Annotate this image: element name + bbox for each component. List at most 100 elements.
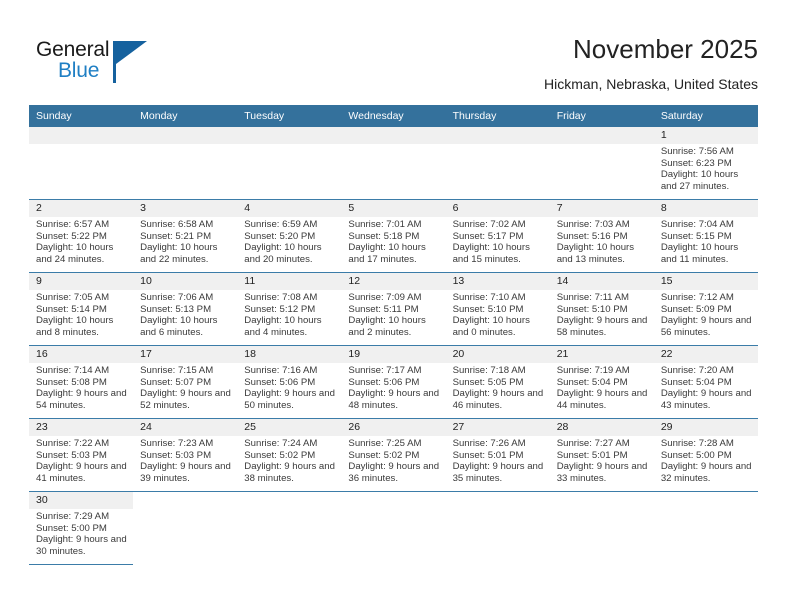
calendar-day-cell[interactable]: 28 Sunrise: 7:27 AM Sunset: 5:01 PM Dayligh…	[549, 418, 654, 492]
day-sun-info: Sunrise: 7:05 AM Sunset: 5:14 PM Daylight:…	[29, 290, 133, 338]
calendar-day-cell[interactable]: 15 Sunrise: 7:12 AM Sunset: 5:09 PM Dayligh…	[653, 272, 758, 346]
day-number: 22	[653, 346, 758, 363]
calendar-day-cell[interactable]: 3 Sunrise: 6:58 AM Sunset: 5:21 PM Daylight…	[133, 199, 238, 273]
day-number: 20	[445, 346, 550, 363]
day-number	[446, 492, 550, 509]
day-cell-inner: 30 Sunrise: 7:29 AM Sunset: 5:00 PM Dayligh…	[29, 492, 134, 564]
sunrise-line: Sunrise: 7:17 AM	[348, 365, 422, 376]
day-number	[341, 127, 446, 144]
sunset-line: Sunset: 5:04 PM	[660, 376, 732, 388]
weekday-header-sunday: Sunday	[29, 105, 134, 127]
sunrise-line: Sunrise: 7:56 AM	[660, 146, 734, 157]
calendar-day-cell[interactable]: 5 Sunrise: 7:01 AM Sunset: 5:18 PM Daylight…	[341, 199, 446, 273]
day-sun-info: Sunrise: 7:24 AM Sunset: 5:02 PM Daylight:…	[237, 436, 341, 484]
daylight-line: Daylight: 9 hours and 38 minutes.	[244, 461, 335, 484]
day-sun-info: Sunrise: 7:16 AM Sunset: 5:06 PM Daylight:…	[237, 363, 341, 411]
daylight-line: Daylight: 10 hours and 24 minutes.	[36, 242, 114, 265]
calendar-day-cell[interactable]: 1 Sunrise: 7:56 AM Sunset: 6:23 PM Daylight…	[653, 127, 758, 200]
calendar-day-cell[interactable]: 9 Sunrise: 7:05 AM Sunset: 5:14 PM Daylight…	[29, 272, 134, 346]
day-number: 24	[133, 419, 238, 436]
daylight-line: Daylight: 9 hours and 41 minutes.	[36, 461, 127, 484]
day-cell-inner	[446, 492, 550, 564]
calendar-day-cell[interactable]: 10 Sunrise: 7:06 AM Sunset: 5:13 PM Dayligh…	[133, 272, 238, 346]
day-number: 27	[445, 419, 550, 436]
daylight-line: Daylight: 9 hours and 32 minutes.	[660, 461, 752, 484]
day-sun-info: Sunrise: 7:17 AM Sunset: 5:06 PM Daylight:…	[341, 363, 445, 411]
sunrise-line: Sunrise: 7:03 AM	[556, 219, 630, 230]
day-number	[133, 127, 238, 144]
sunset-line: Sunset: 5:07 PM	[140, 376, 212, 388]
sunset-line: Sunset: 5:15 PM	[660, 230, 732, 242]
day-number	[237, 127, 342, 144]
general-blue-logo[interactable]: General Blue	[36, 38, 166, 86]
day-sun-info: Sunrise: 7:01 AM Sunset: 5:18 PM Daylight:…	[341, 217, 445, 265]
day-number	[445, 127, 550, 144]
day-cell-inner: 22 Sunrise: 7:20 AM Sunset: 5:04 PM Dayligh…	[653, 346, 758, 418]
sunset-line: Sunset: 5:08 PM	[36, 376, 107, 388]
day-sun-info: Sunrise: 7:25 AM Sunset: 5:02 PM Daylight:…	[341, 436, 445, 484]
calendar-day-cell[interactable]: 29 Sunrise: 7:28 AM Sunset: 5:00 PM Dayligh…	[653, 418, 758, 492]
daylight-line: Daylight: 9 hours and 39 minutes.	[140, 461, 231, 484]
day-number: 26	[341, 419, 446, 436]
day-number: 9	[29, 273, 134, 290]
sunset-line: Sunset: 5:13 PM	[140, 303, 212, 315]
calendar-day-cell[interactable]: 21 Sunrise: 7:19 AM Sunset: 5:04 PM Dayligh…	[549, 345, 654, 419]
day-number: 2	[29, 200, 134, 217]
sunrise-line: Sunrise: 7:05 AM	[36, 292, 110, 303]
daylight-line: Daylight: 10 hours and 6 minutes.	[140, 315, 218, 338]
sunset-line: Sunset: 6:23 PM	[660, 157, 732, 169]
day-sun-info: Sunrise: 6:57 AM Sunset: 5:22 PM Daylight:…	[29, 217, 133, 265]
calendar-day-cell[interactable]: 16 Sunrise: 7:14 AM Sunset: 5:08 PM Dayligh…	[29, 345, 134, 419]
calendar-day-cell[interactable]: 26 Sunrise: 7:25 AM Sunset: 5:02 PM Dayligh…	[341, 418, 446, 492]
day-number: 19	[341, 346, 446, 363]
calendar-day-cell[interactable]: 11 Sunrise: 7:08 AM Sunset: 5:12 PM Dayligh…	[237, 272, 342, 346]
daylight-line: Daylight: 9 hours and 50 minutes.	[244, 388, 335, 411]
sunset-line: Sunset: 5:02 PM	[348, 449, 420, 461]
calendar-day-cell[interactable]: 24 Sunrise: 7:23 AM Sunset: 5:03 PM Dayligh…	[133, 418, 238, 492]
day-cell-inner: 9 Sunrise: 7:05 AM Sunset: 5:14 PM Daylight…	[29, 273, 134, 345]
calendar-day-cell[interactable]: 8 Sunrise: 7:04 AM Sunset: 5:15 PM Daylight…	[653, 199, 758, 273]
calendar-day-cell[interactable]: 14 Sunrise: 7:11 AM Sunset: 5:10 PM Dayligh…	[549, 272, 654, 346]
sunrise-line: Sunrise: 7:20 AM	[660, 365, 734, 376]
calendar-day-cell[interactable]: 12 Sunrise: 7:09 AM Sunset: 5:11 PM Dayligh…	[341, 272, 446, 346]
day-sun-info: Sunrise: 7:27 AM Sunset: 5:01 PM Daylight:…	[550, 436, 654, 484]
daylight-line: Daylight: 10 hours and 15 minutes.	[452, 242, 530, 265]
day-cell-inner	[341, 127, 446, 199]
day-cell-inner: 7 Sunrise: 7:03 AM Sunset: 5:16 PM Daylight…	[549, 200, 654, 272]
page-subtitle: Hickman, Nebraska, United States	[544, 76, 758, 92]
calendar-body: 1 Sunrise: 7:56 AM Sunset: 6:23 PM Daylight…	[29, 127, 758, 565]
calendar-day-cell[interactable]: 19 Sunrise: 7:17 AM Sunset: 5:06 PM Dayligh…	[341, 345, 446, 419]
calendar-day-cell[interactable]: 6 Sunrise: 7:02 AM Sunset: 5:17 PM Daylight…	[445, 199, 550, 273]
sunset-line: Sunset: 5:03 PM	[36, 449, 107, 461]
calendar-day-cell[interactable]: 17 Sunrise: 7:15 AM Sunset: 5:07 PM Dayligh…	[133, 345, 238, 419]
day-sun-info: Sunrise: 7:29 AM Sunset: 5:00 PM Daylight:…	[29, 509, 133, 557]
sunset-line: Sunset: 5:00 PM	[36, 522, 107, 534]
calendar-empty-cell	[446, 492, 550, 565]
day-cell-inner: 13 Sunrise: 7:10 AM Sunset: 5:10 PM Dayligh…	[445, 273, 550, 345]
sunset-line: Sunset: 5:01 PM	[556, 449, 628, 461]
day-number: 18	[237, 346, 342, 363]
calendar-day-cell[interactable]: 27 Sunrise: 7:26 AM Sunset: 5:01 PM Dayligh…	[445, 418, 550, 492]
calendar-day-cell[interactable]: 20 Sunrise: 7:18 AM Sunset: 5:05 PM Dayligh…	[445, 345, 550, 419]
weekday-header-thursday: Thursday	[445, 105, 550, 127]
daylight-line: Daylight: 10 hours and 27 minutes.	[660, 169, 739, 192]
sunset-line: Sunset: 5:20 PM	[244, 230, 316, 242]
calendar-day-cell[interactable]: 18 Sunrise: 7:16 AM Sunset: 5:06 PM Dayligh…	[237, 345, 342, 419]
day-number: 16	[29, 346, 134, 363]
calendar-day-cell[interactable]: 25 Sunrise: 7:24 AM Sunset: 5:02 PM Dayligh…	[237, 418, 342, 492]
calendar-day-cell[interactable]: 22 Sunrise: 7:20 AM Sunset: 5:04 PM Dayligh…	[653, 345, 758, 419]
calendar-day-cell[interactable]: 23 Sunrise: 7:22 AM Sunset: 5:03 PM Dayligh…	[29, 418, 134, 492]
sunrise-line: Sunrise: 7:09 AM	[348, 292, 422, 303]
sunset-line: Sunset: 5:18 PM	[348, 230, 420, 242]
daylight-line: Daylight: 9 hours and 56 minutes.	[660, 315, 752, 338]
calendar-day-cell[interactable]: 2 Sunrise: 6:57 AM Sunset: 5:22 PM Daylight…	[29, 199, 134, 273]
daylight-line: Daylight: 9 hours and 30 minutes.	[36, 534, 127, 557]
calendar-day-cell[interactable]: 30 Sunrise: 7:29 AM Sunset: 5:00 PM Dayligh…	[29, 491, 134, 565]
daylight-line: Daylight: 9 hours and 48 minutes.	[348, 388, 440, 411]
sunrise-line: Sunrise: 7:25 AM	[348, 438, 422, 449]
calendar-day-cell[interactable]: 13 Sunrise: 7:10 AM Sunset: 5:10 PM Dayligh…	[445, 272, 550, 346]
calendar-empty-cell	[550, 492, 654, 565]
calendar-day-cell[interactable]: 4 Sunrise: 6:59 AM Sunset: 5:20 PM Daylight…	[237, 199, 342, 273]
calendar-day-cell[interactable]: 7 Sunrise: 7:03 AM Sunset: 5:16 PM Daylight…	[549, 199, 654, 273]
calendar-empty-cell	[341, 127, 446, 200]
